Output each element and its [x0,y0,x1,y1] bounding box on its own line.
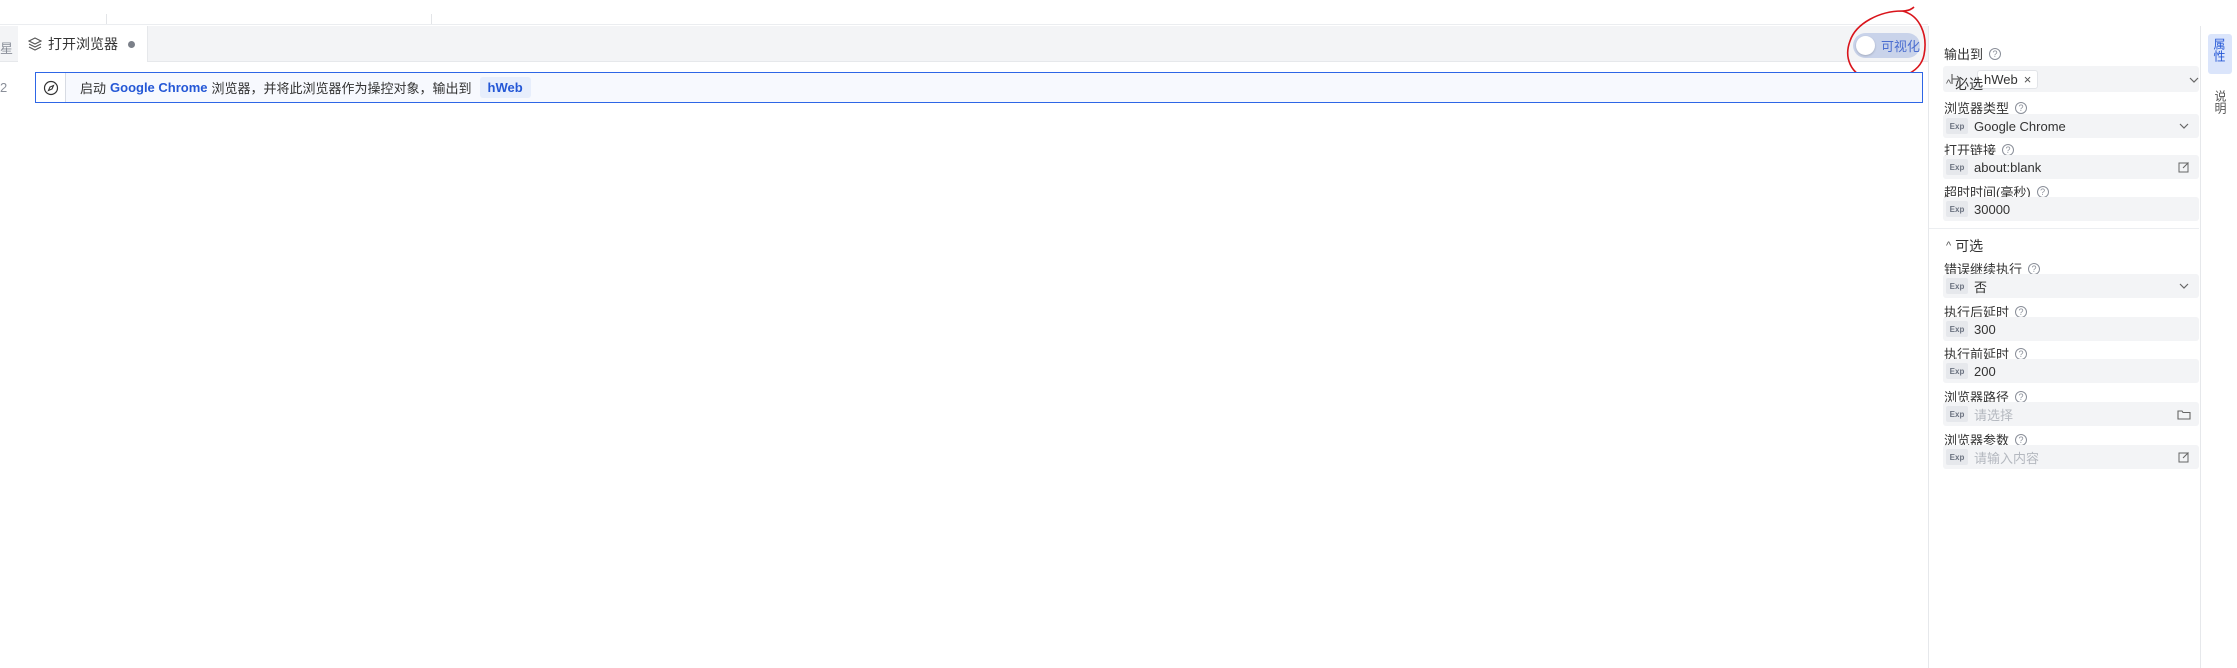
command-row[interactable]: 启动 Google Chrome 浏览器，并将此浏览器作为操控对象，输出到 hW… [35,72,1923,103]
optional-section-header[interactable]: ^ 可选 [1946,236,1983,256]
expression-toggle[interactable]: Exp [1946,118,1968,134]
top-strip [0,0,1928,25]
tab-open-browser[interactable]: 打开浏览器 [18,26,148,62]
edit-icon[interactable] [2175,451,2193,463]
output-variable-chip[interactable]: hWeb [479,77,531,98]
expression-toggle[interactable]: Exp [1946,449,1968,465]
caret-up-icon: ^ [1946,78,1952,90]
help-icon[interactable]: ? [1989,47,2002,60]
expression-toggle[interactable]: Exp [1946,159,1968,175]
delay-after-input[interactable]: Exp 300 [1943,317,2199,341]
side-tab-strip: 属性 说明 [2200,26,2237,668]
top-divider [106,14,107,24]
tab-label: 打开浏览器 [48,36,118,52]
optional-section-title: 可选 [1955,238,1984,254]
output-label: 输出到 ? [1944,44,2002,63]
command-browser-name: Google Chrome [110,80,208,95]
properties-panel: 输出到 ? hWeb × ^ 必选 浏览器类型 ? Exp Google Chr… [1929,26,2199,668]
top-divider [431,14,432,24]
unsaved-dot-icon [128,40,135,48]
tab-bar: 星 打开浏览器 [0,26,1928,62]
browser-path-input[interactable]: Exp 请选择 [1943,402,2199,426]
command-text-rest: 浏览器，并将此浏览器作为操控对象，输出到 [211,81,472,96]
browser-type-select[interactable]: Exp Google Chrome [1943,114,2199,138]
line-number: 2 [0,80,8,95]
compass-icon [36,73,66,102]
help-icon[interactable]: ? [2015,305,2028,318]
expression-toggle[interactable]: Exp [1946,278,1968,294]
help-icon[interactable]: ? [2015,390,2028,403]
layers-icon [28,37,42,51]
close-icon[interactable]: × [2024,72,2032,87]
browser-path-placeholder: 请选择 [1974,407,2014,423]
help-icon[interactable]: ? [2015,433,2028,446]
delay-before-value: 200 [1974,363,1996,379]
output-tag[interactable]: hWeb × [1977,69,2039,89]
browser-args-placeholder: 请输入内容 [1974,450,2040,466]
continue-on-error-value: 否 [1974,279,1988,295]
timeout-input[interactable]: Exp 30000 [1943,197,2199,221]
tab-previous-fragment[interactable]: 星 [0,38,13,57]
open-link-value: about:blank [1974,159,2042,175]
expression-toggle[interactable]: Exp [1946,321,1968,337]
side-tab-properties[interactable]: 属性 [2208,34,2232,74]
expression-toggle[interactable]: Exp [1946,201,1968,217]
app-window: 星 打开浏览器 可视化 2 启动 Google Chrome 浏览器，并将此浏览… [0,0,2237,668]
chevron-down-icon[interactable] [2175,123,2193,129]
chevron-down-icon[interactable] [2175,283,2193,289]
continue-on-error-select[interactable]: Exp 否 [1943,274,2199,298]
delay-after-value: 300 [1974,321,1996,337]
expression-toggle[interactable]: Exp [1946,363,1968,379]
required-section-header[interactable]: ^ 必选 [1946,74,1983,94]
required-section-title: 必选 [1955,76,1984,92]
output-tag-value: hWeb [1984,71,2018,87]
folder-icon[interactable] [2175,409,2193,420]
output-label-text: 输出到 [1944,47,1984,62]
caret-up-icon: ^ [1946,240,1952,252]
edit-icon[interactable] [2175,161,2193,173]
delay-before-input[interactable]: Exp 200 [1943,359,2199,383]
help-icon[interactable]: ? [2015,347,2028,360]
section-divider [1929,228,2199,229]
help-icon[interactable]: ? [2015,101,2028,114]
chevron-down-icon[interactable] [2189,70,2199,88]
browser-args-input[interactable]: Exp 请输入内容 [1943,445,2199,469]
help-icon[interactable]: ? [2002,143,2015,156]
command-text-start: 启动 [80,81,107,96]
expression-toggle[interactable]: Exp [1946,406,1968,422]
help-icon[interactable]: ? [2028,262,2041,275]
browser-type-value: Google Chrome [1974,118,2066,134]
timeout-value: 30000 [1974,201,2011,217]
open-link-input[interactable]: Exp about:blank [1943,155,2199,179]
help-icon[interactable]: ? [2036,185,2049,198]
side-tab-help[interactable]: 说明 [2213,90,2229,114]
